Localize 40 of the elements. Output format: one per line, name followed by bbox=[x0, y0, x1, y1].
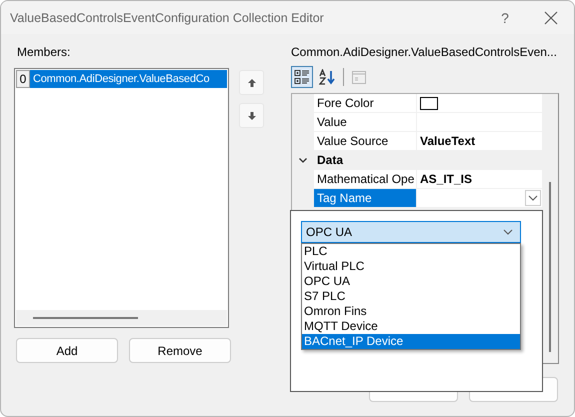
property-name[interactable]: Fore Color bbox=[314, 94, 417, 112]
value-cell[interactable]: ValueText bbox=[417, 132, 542, 150]
device-combo-box[interactable]: OPC UA bbox=[301, 221, 521, 243]
categorized-icon bbox=[294, 69, 310, 85]
member-action-button[interactable]: Remove bbox=[129, 338, 231, 363]
property-name[interactable]: Value Source bbox=[314, 132, 417, 150]
member-action-button[interactable]: Add bbox=[16, 338, 118, 363]
close-icon bbox=[544, 10, 558, 24]
property-pages-icon bbox=[351, 69, 367, 85]
property-name[interactable]: Value bbox=[314, 113, 417, 131]
device-option[interactable]: MQTT Device bbox=[302, 319, 520, 334]
category-name: Data bbox=[316, 152, 344, 169]
horizontal-scrollbar[interactable] bbox=[16, 310, 227, 326]
device-option[interactable]: S7 PLC bbox=[302, 289, 520, 304]
member-item[interactable]: 0 Common.AdiDesigner.ValueBasedCo bbox=[16, 70, 227, 88]
down-arrow-icon bbox=[246, 110, 256, 120]
device-option[interactable]: OPC UA bbox=[302, 274, 520, 289]
help-button[interactable]: ? bbox=[482, 2, 528, 34]
categorized-button[interactable] bbox=[291, 66, 313, 88]
property-name[interactable]: Mathematical Ope bbox=[314, 170, 417, 188]
value-cell[interactable] bbox=[417, 94, 542, 112]
index-label: 0 bbox=[16, 70, 30, 88]
properties-title: Common.AdiDesigner.ValueBasedControlsEven... bbox=[291, 45, 558, 61]
value-cell[interactable] bbox=[417, 189, 542, 207]
move-down-button[interactable] bbox=[239, 103, 264, 128]
chevron-down-icon bbox=[503, 229, 513, 235]
up-arrow-icon bbox=[246, 78, 256, 88]
chevron-down-icon bbox=[528, 195, 538, 201]
move-up-button[interactable] bbox=[239, 70, 264, 95]
device-option[interactable]: BACnet_IP Device bbox=[302, 334, 520, 349]
device-option[interactable]: Omron Fins bbox=[302, 304, 520, 319]
window-title: ValueBasedControlsEventConfiguration Collection Editor bbox=[10, 10, 325, 24]
value-cell[interactable]: AS_IT_IS bbox=[417, 170, 542, 188]
device-option[interactable]: PLC bbox=[302, 244, 520, 259]
sort-az-icon bbox=[319, 69, 337, 85]
collapse-chevron-icon[interactable] bbox=[298, 155, 308, 165]
dropdown-button[interactable] bbox=[525, 190, 541, 206]
device-option[interactable]: Virtual PLC bbox=[302, 259, 520, 274]
members-label: Members: bbox=[16, 45, 72, 61]
property-name[interactable]: Tag Name bbox=[314, 189, 417, 207]
